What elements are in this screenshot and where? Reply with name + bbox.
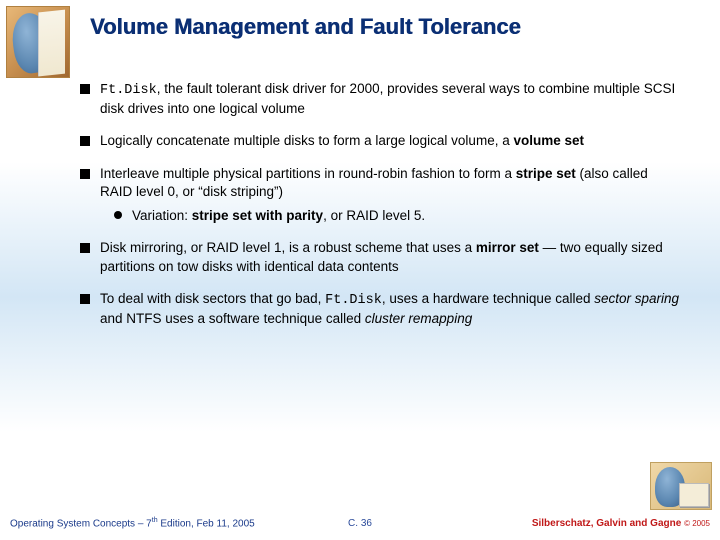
dinosaur-logo-top: [6, 6, 70, 78]
slide-content: Ft.Disk, the fault tolerant disk driver …: [80, 80, 680, 342]
bullet-text: , uses a hardware technique called: [382, 291, 594, 306]
bullet-text: To deal with disk sectors that go bad,: [100, 291, 325, 306]
code-text: Ft.Disk: [325, 293, 382, 308]
bold-term: stripe set with parity: [192, 208, 323, 223]
footer-left: Operating System Concepts – 7th Edition,…: [10, 517, 255, 529]
bullet-item: Ft.Disk, the fault tolerant disk driver …: [80, 80, 680, 118]
bullet-text: Disk mirroring, or RAID level 1, is a ro…: [100, 240, 476, 255]
bullet-text: and NTFS uses a software technique calle…: [100, 311, 365, 326]
code-text: Ft.Disk: [100, 83, 157, 98]
slide-footer: Operating System Concepts – 7th Edition,…: [0, 514, 720, 532]
italic-term: sector sparing: [594, 291, 679, 306]
bullet-text: Variation:: [132, 208, 192, 223]
bullet-item: Disk mirroring, or RAID level 1, is a ro…: [80, 239, 680, 275]
bullet-item: Logically concatenate multiple disks to …: [80, 132, 680, 150]
bold-term: mirror set: [476, 240, 539, 255]
footer-authors: Silberschatz, Galvin and Gagne: [532, 518, 684, 529]
bold-term: volume set: [513, 133, 584, 148]
bullet-item: Interleave multiple physical partitions …: [80, 165, 680, 226]
bullet-text: , the fault tolerant disk driver for 200…: [100, 81, 675, 116]
footer-copyright: © 2005: [684, 519, 710, 528]
slide-number: C. 36: [348, 518, 372, 529]
dinosaur-logo-bottom: [650, 462, 712, 510]
bullet-item: To deal with disk sectors that go bad, F…: [80, 290, 680, 328]
bullet-text: Logically concatenate multiple disks to …: [100, 133, 513, 148]
bullet-text: Interleave multiple physical partitions …: [100, 166, 516, 181]
italic-term: cluster remapping: [365, 311, 472, 326]
bullet-text: , or RAID level 5.: [323, 208, 425, 223]
slide-title: Volume Management and Fault Tolerance: [90, 14, 700, 40]
bold-term: stripe set: [516, 166, 576, 181]
footer-text: Operating System Concepts – 7: [10, 518, 152, 529]
sub-bullet-item: Variation: stripe set with parity, or RA…: [100, 207, 680, 225]
footer-right: Silberschatz, Galvin and Gagne © 2005: [532, 518, 710, 529]
footer-text: Edition, Feb 11, 2005: [158, 518, 255, 529]
